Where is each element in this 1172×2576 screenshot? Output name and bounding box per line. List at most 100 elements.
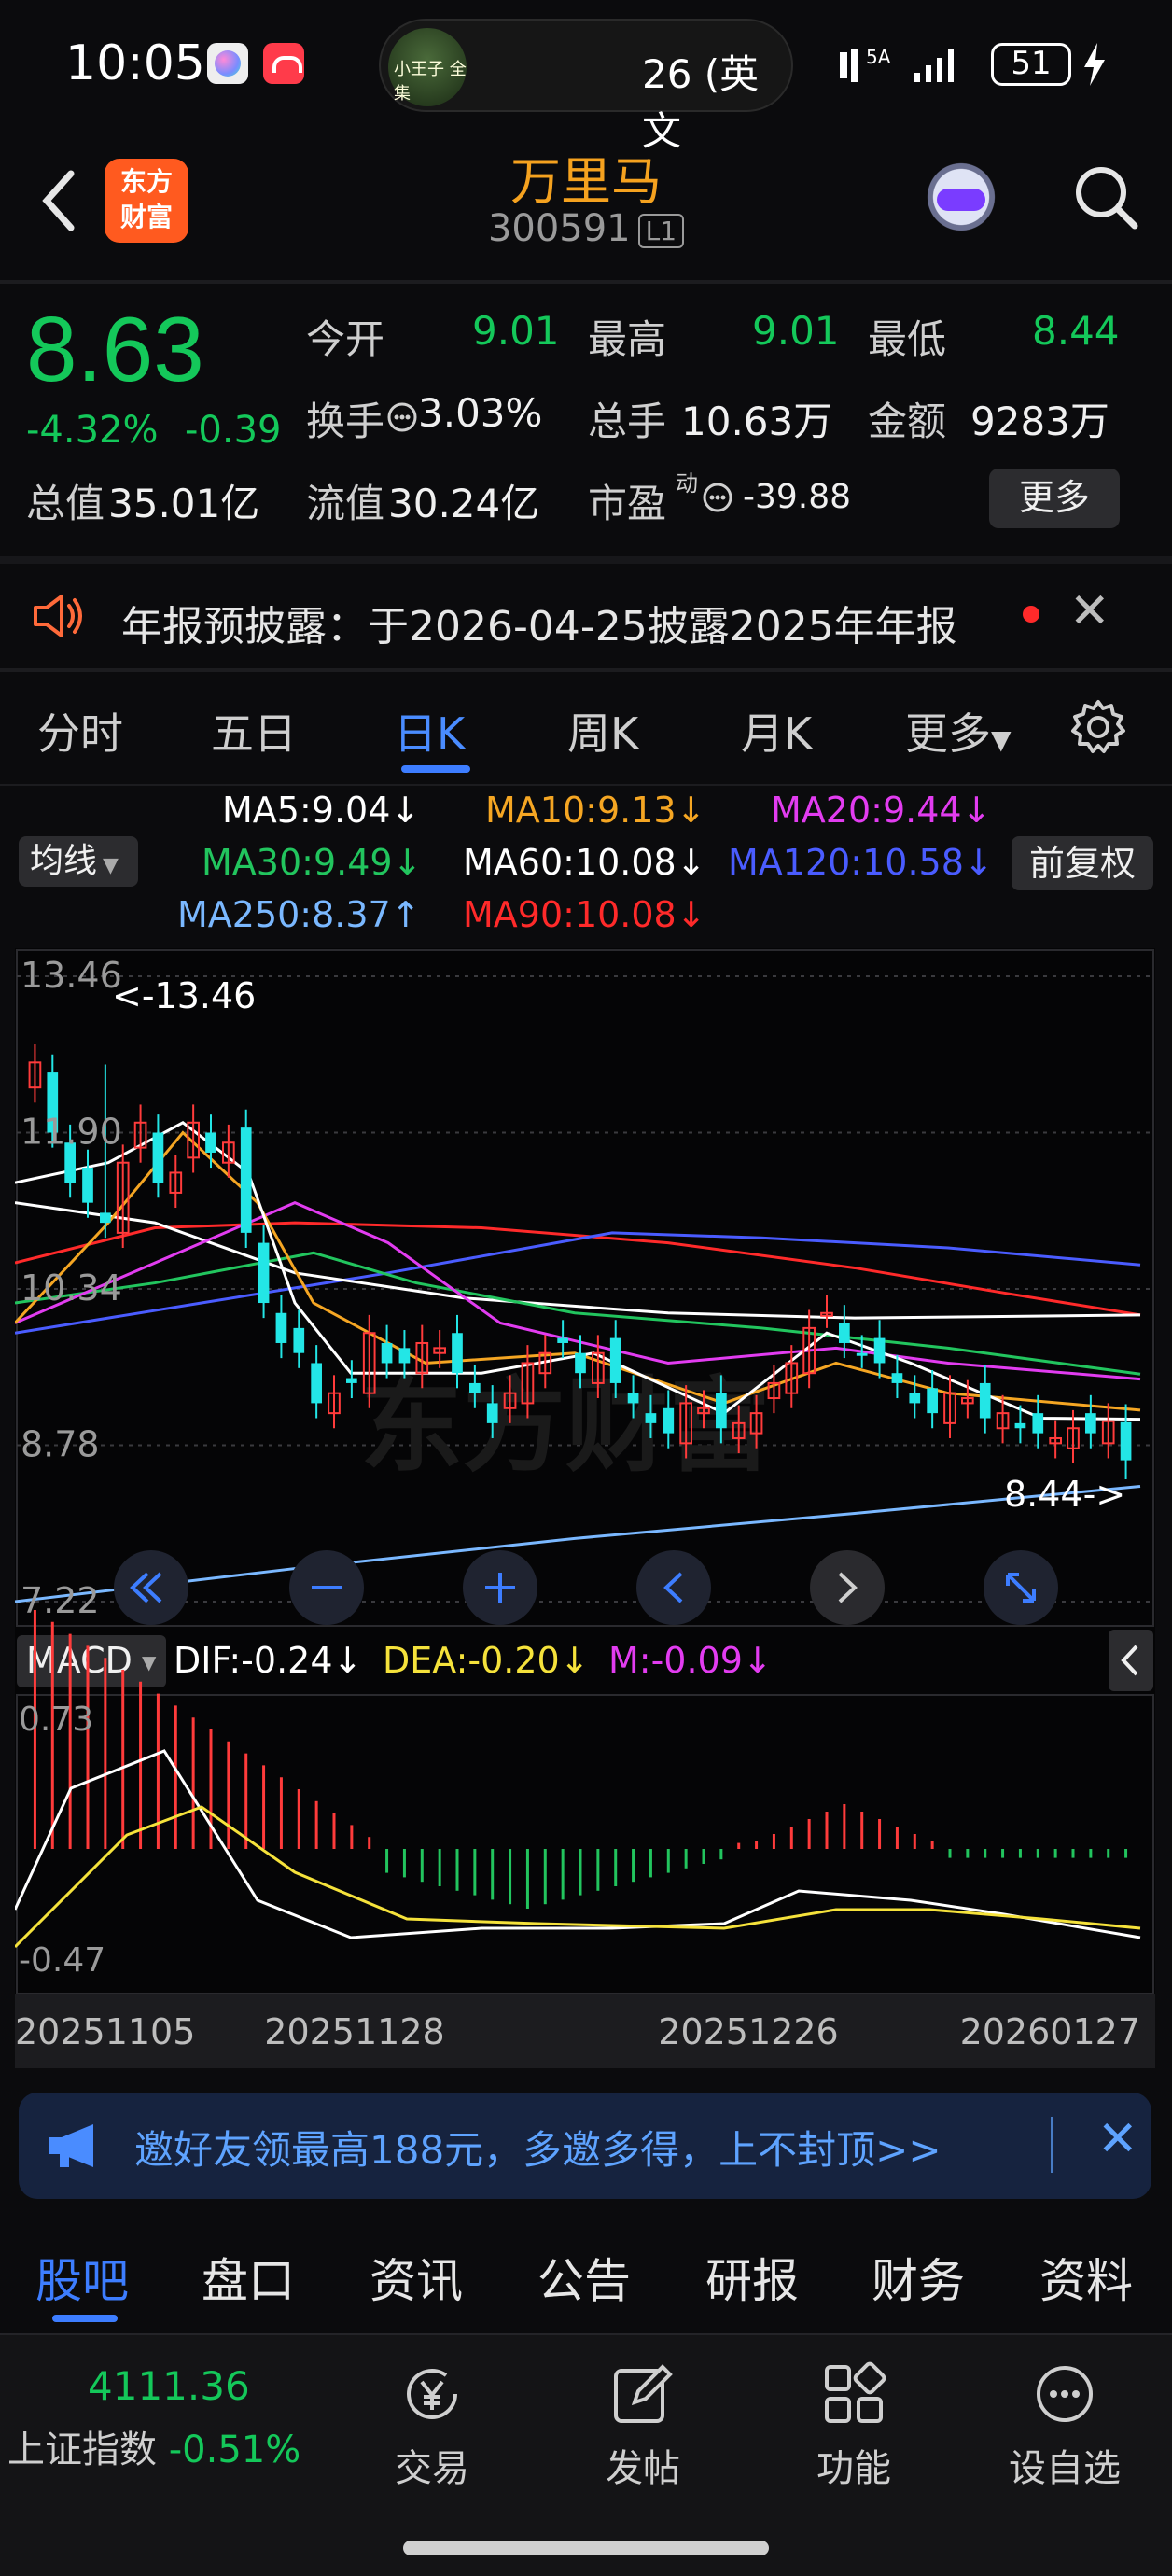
tab-profile[interactable]: 资料 (1039, 2244, 1133, 2311)
tab-five-day[interactable]: 五日 (211, 700, 297, 762)
ma60-label: MA60:10.08↓ (463, 842, 706, 883)
tab-monthly-k[interactable]: 月K (741, 700, 812, 762)
tab-daily-k[interactable]: 日K (394, 700, 465, 762)
candle-body (346, 1378, 357, 1383)
invite-banner[interactable]: 邀好友领最高188元，多邀多得，上不封顶>> ✕ (19, 2093, 1151, 2199)
mktcap-label: 总值 (26, 481, 105, 526)
candle-body (909, 1393, 921, 1404)
tab-forum[interactable]: 股吧 (35, 2244, 129, 2311)
change-amount: -0.39 (185, 409, 282, 452)
candle-body (1120, 1421, 1132, 1461)
candle-body (575, 1352, 586, 1374)
low-marker: 8.44-> (1004, 1474, 1125, 1515)
tab-orderbook[interactable]: 盘口 (202, 2244, 295, 2311)
dropdown-arrow-icon: ▼ (991, 724, 1012, 755)
nav-functions[interactable]: 功能 (784, 2361, 924, 2492)
collapse-button[interactable] (1109, 1630, 1153, 1691)
fullscreen-button[interactable] (984, 1550, 1058, 1625)
divider (0, 2333, 1172, 2335)
float-value: 30.24亿 (388, 481, 540, 526)
zoom-out-button[interactable] (289, 1550, 364, 1625)
date-label: 20251128 (264, 2011, 444, 2052)
pe-dynamic-sup: 动 (676, 470, 698, 497)
tab-more[interactable]: 更多▼ (905, 700, 1012, 762)
candle-body (856, 1352, 868, 1356)
turnover-label: 换手 (306, 399, 385, 444)
candle-body (205, 1132, 216, 1153)
tab-news[interactable]: 资讯 (370, 2244, 463, 2311)
ma30-label: MA30:9.49↓ (202, 842, 423, 883)
candle-body (716, 1393, 727, 1429)
divider (0, 556, 1172, 564)
yuan-coin-icon (407, 2369, 457, 2419)
index-value[interactable]: 4111.36 (88, 2363, 250, 2409)
tab-weekly-k[interactable]: 周K (567, 700, 638, 762)
open-label: 今开 (306, 316, 385, 362)
candle-body (609, 1337, 621, 1383)
info-icon[interactable] (386, 401, 418, 433)
nav-post[interactable]: 发帖 (573, 2361, 713, 2492)
nav-add-watchlist[interactable]: 设自选 (995, 2361, 1135, 2492)
candle-body (82, 1168, 93, 1203)
chart-tabs: 分时 五日 日K 周K 月K 更多▼ (0, 672, 1172, 784)
search-icon[interactable] (1073, 157, 1138, 241)
date-label: 20251105 (15, 2011, 195, 2052)
price-axis-label: 13.46 (21, 955, 122, 996)
dynamic-island[interactable]: 小王子 全集 26 (英文 (379, 19, 793, 154)
zoom-in-button[interactable] (463, 1550, 537, 1625)
volume-label: 总手 (588, 399, 667, 444)
candle-body (1032, 1413, 1044, 1434)
indicator-selector[interactable]: 均线 ▼ (19, 836, 138, 887)
candle-body (1085, 1413, 1096, 1434)
candle-body (311, 1363, 322, 1404)
kline-chart[interactable]: 东方财富 13.4611.9010.348.787.22 <-13.46 8.4… (15, 948, 1155, 2068)
high-label: 最高 (588, 316, 667, 362)
banner-text: 邀好友领最高188元，多邀多得，上不封顶>> (134, 2127, 942, 2173)
close-banner-icon[interactable]: ✕ (1097, 2111, 1138, 2167)
macd-axis-bottom: -0.47 (19, 1941, 105, 1980)
index-name[interactable]: 上证指数 -0.51% (7, 2419, 300, 2473)
m-label: M:-0.09↓ (608, 1640, 773, 1681)
volume-value: 10.63万 (681, 399, 833, 444)
level-badge: L1 (637, 213, 685, 248)
candle-body (452, 1333, 463, 1374)
app-notification-icon (207, 43, 248, 84)
tab-intraday[interactable]: 分时 (37, 700, 123, 762)
turnover-value: 3.03% (418, 390, 543, 436)
low-label: 最低 (868, 316, 947, 362)
pe-value: -39.88 (743, 478, 852, 516)
adjust-button[interactable]: 前复权 (1012, 836, 1153, 890)
more-dots-icon (1037, 2366, 1093, 2422)
rewind-fast-button[interactable] (114, 1550, 188, 1625)
macd-selector-label: MACD (26, 1640, 133, 1681)
info-icon[interactable] (702, 482, 733, 513)
call-notification-icon (263, 43, 304, 84)
stock-header: 东方 财富 万里马 300591 L1 (0, 131, 1172, 280)
battery-indicator: 51 (991, 43, 1071, 86)
active-section-indicator (52, 2315, 118, 2322)
candle-body (1014, 1422, 1026, 1429)
ma5-label: MA5:9.04↓ (222, 790, 421, 831)
tab-research[interactable]: 研报 (705, 2244, 799, 2311)
tab-announcements[interactable]: 公告 (537, 2244, 631, 2311)
nav-functions-label: 功能 (816, 2447, 891, 2490)
mktcap-value: 35.01亿 (108, 481, 260, 526)
tab-financials[interactable]: 财务 (872, 2244, 965, 2311)
candle-body (152, 1132, 164, 1183)
nav-post-label: 发帖 (606, 2447, 680, 2490)
step-right-button[interactable] (810, 1550, 885, 1625)
svg-text:5A: 5A (866, 46, 891, 68)
date-label: 20260127 (960, 2011, 1140, 2052)
assistant-robot-icon[interactable] (914, 155, 1008, 248)
nav-trade[interactable]: 交易 (362, 2361, 502, 2492)
candle-body (873, 1337, 886, 1364)
more-quote-button[interactable]: 更多 (989, 469, 1120, 528)
gear-icon[interactable] (1069, 698, 1127, 756)
close-notice-icon[interactable]: ✕ (1069, 583, 1110, 639)
candle-body (469, 1382, 481, 1393)
notice-bar[interactable]: 年报预披露：于2026-04-25披露2025年年报 ✕ (0, 565, 1172, 667)
ma10-label: MA10:9.13↓ (485, 790, 706, 831)
speaker-icon (34, 595, 82, 637)
amount-label: 金额 (868, 399, 947, 444)
step-left-button[interactable] (636, 1550, 711, 1625)
